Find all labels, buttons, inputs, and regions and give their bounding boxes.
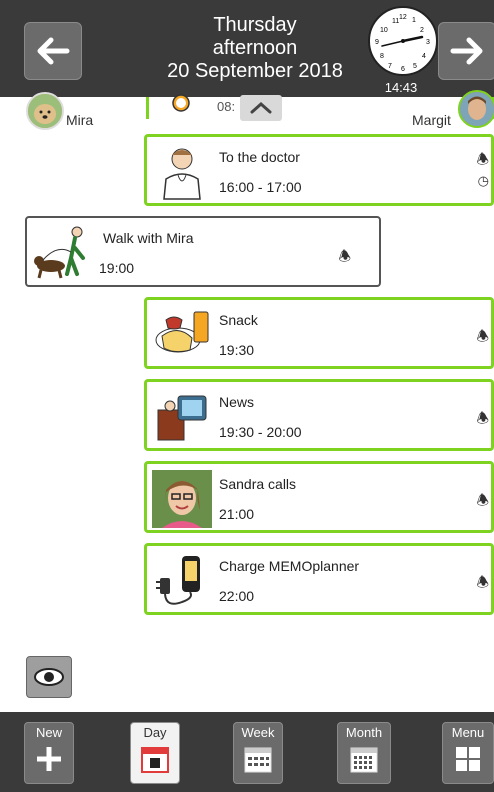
- snack-icon: [155, 311, 209, 353]
- clock-number: 8: [380, 53, 384, 60]
- activity-card[interactable]: Charge MEMOplanner 22:00 🕭: [144, 543, 494, 615]
- alarm-icon: 🕭: [476, 574, 489, 590]
- alarm-icon: 🕭: [476, 492, 489, 508]
- day-label: Thursday: [213, 14, 297, 36]
- activity-card-current[interactable]: Walk with Mira 19:00 🕭: [25, 216, 381, 287]
- date-title: Thursday afternoon 20 September 2018: [150, 14, 360, 83]
- day-view-button[interactable]: Day: [130, 722, 180, 784]
- person-avatar-icon: [460, 92, 494, 126]
- activity-card[interactable]: Snack 19:30 🕭: [144, 297, 494, 369]
- grid-icon: [456, 747, 480, 771]
- plus-icon: [37, 747, 61, 771]
- avatar-margit[interactable]: [458, 90, 494, 128]
- month-button-label: Month: [345, 725, 383, 740]
- charger-icon: [156, 556, 200, 605]
- activity-title: Walk with Mira: [103, 230, 194, 246]
- activity-card[interactable]: News 19:30 - 20:00 🕭: [144, 379, 494, 451]
- clock-number: 6: [401, 66, 405, 73]
- arrow-right-icon: [450, 37, 483, 65]
- person-name-left: Mira: [66, 112, 94, 128]
- calendar-day-icon: [141, 747, 169, 773]
- photo-icon: [152, 470, 212, 528]
- date-label: 20 September 2018: [167, 60, 343, 82]
- bottom-toolbar: New Day Week Month Menu: [0, 712, 494, 792]
- chevron-up-icon: [250, 101, 272, 114]
- doctor-icon: [163, 148, 201, 200]
- clock-number: 10: [380, 27, 388, 34]
- clock-number: 7: [388, 63, 392, 70]
- timer-icon: ◷: [477, 173, 489, 188]
- alarm-icon: 🕭: [476, 151, 489, 167]
- activity-title: To the doctor: [219, 149, 300, 165]
- activity-card[interactable]: Sandra calls 21:00 🕭: [144, 461, 494, 533]
- clock-number: 4: [422, 53, 426, 60]
- clock-number: 5: [413, 63, 417, 70]
- dog-avatar-icon: [28, 94, 62, 128]
- tv-icon: [157, 395, 207, 441]
- activity-time: 22:00: [219, 588, 255, 604]
- clock-number: 9: [375, 39, 379, 46]
- week-button-label: Week: [241, 725, 275, 740]
- calendar-month-icon: [350, 747, 378, 773]
- clock-number: 2: [420, 27, 424, 34]
- calendar-week-icon: [244, 747, 272, 773]
- activity-title: Snack: [219, 312, 258, 328]
- previous-day-button[interactable]: [24, 22, 82, 80]
- menu-button[interactable]: Menu: [442, 722, 494, 784]
- activity-title: News: [219, 394, 255, 410]
- clock-number: 3: [426, 39, 430, 46]
- activity-title: Charge MEMOplanner: [219, 558, 360, 574]
- activity-time: 19:30 - 20:00: [219, 424, 302, 440]
- person-name-right: Margit: [412, 112, 451, 128]
- activity-card[interactable]: To the doctor 16:00 - 17:00 🕭 ◷: [144, 134, 494, 206]
- scroll-up-button[interactable]: [240, 95, 282, 121]
- week-view-button[interactable]: Week: [233, 722, 283, 784]
- analog-clock: 11 12 1 10 2 9 3 8 4 7 6 5: [368, 6, 438, 76]
- dog-walk-icon: [34, 226, 85, 279]
- arrow-left-icon: [37, 37, 70, 65]
- clock-number: 12: [399, 14, 407, 21]
- activity-time: 19:30: [219, 342, 255, 358]
- new-button[interactable]: New: [24, 722, 74, 784]
- eye-icon: [34, 668, 64, 686]
- avatar-mira[interactable]: [26, 92, 64, 130]
- alarm-icon: 🕭: [476, 410, 489, 426]
- period-label: afternoon: [212, 37, 298, 59]
- activity-time: 19:00: [99, 260, 135, 276]
- new-button-label: New: [35, 725, 62, 740]
- activity-time: 16:00 - 17:00: [219, 179, 302, 195]
- alarm-icon: 🕭: [476, 328, 489, 344]
- alarm-clock-icon: [172, 94, 190, 112]
- activity-time: 21:00: [219, 506, 255, 522]
- day-button-label: Day: [143, 725, 167, 740]
- partial-activity-time: 08:: [217, 99, 236, 114]
- clock-number: 1: [412, 17, 416, 24]
- visibility-toggle-button[interactable]: [26, 656, 72, 698]
- digital-time: 14:43: [384, 80, 418, 95]
- alarm-icon: 🕭: [338, 248, 351, 264]
- next-day-button[interactable]: [438, 22, 494, 80]
- activity-title: Sandra calls: [219, 476, 297, 492]
- menu-button-label: Menu: [451, 725, 485, 740]
- top-bar: Thursday afternoon 20 September 2018 11 …: [0, 0, 494, 97]
- month-view-button[interactable]: Month: [337, 722, 391, 784]
